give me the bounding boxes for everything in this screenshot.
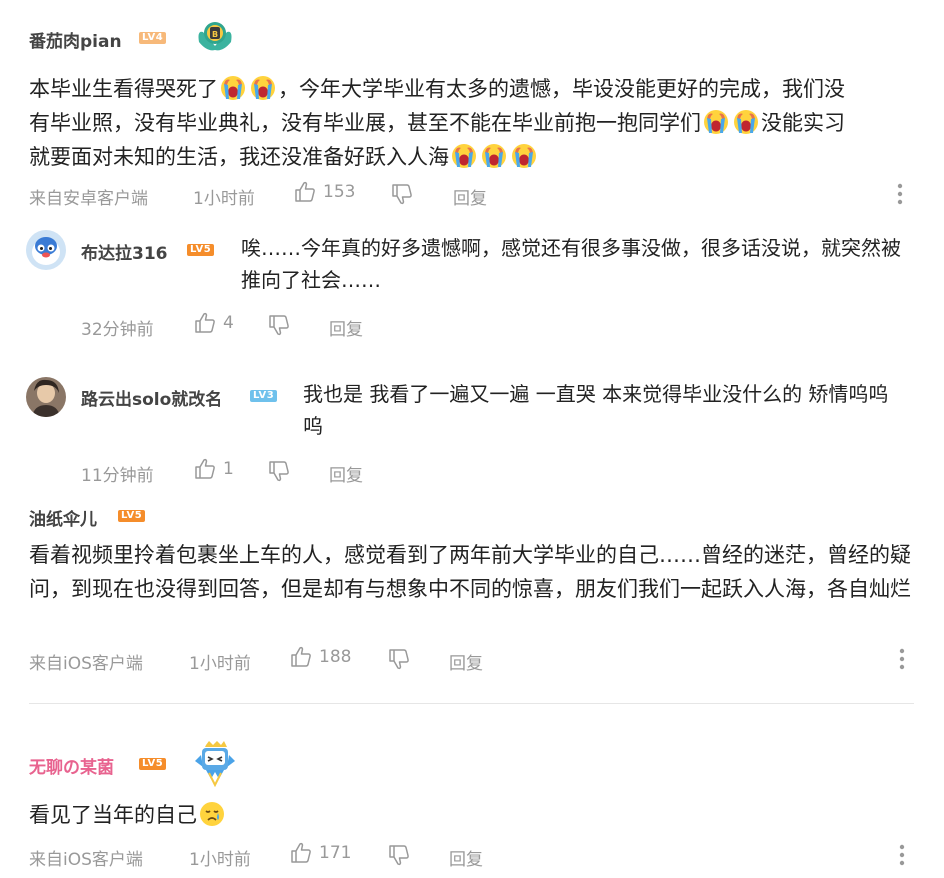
like-button[interactable]: 188 (289, 645, 351, 669)
reply-button[interactable]: 回复 (453, 184, 487, 209)
client-source: 来自iOS客户端 (29, 850, 143, 870)
avatar[interactable] (26, 230, 66, 270)
reply-button[interactable]: 回复 (329, 461, 363, 486)
level-badge: LV5 (139, 758, 167, 770)
reply-button[interactable]: 回复 (449, 845, 483, 870)
username[interactable]: 油纸伞儿 (29, 505, 97, 530)
reply-1: 布达拉316 LV5 唉……今年真的好多遗憾啊，感觉还有很多事没做，很多话没说，… (0, 225, 944, 345)
timestamp: 1小时前 (189, 654, 251, 674)
level-badge: LV5 (187, 244, 215, 256)
svg-text:B: B (212, 30, 218, 39)
dislike-button[interactable] (390, 182, 414, 206)
level-badge: LV4 (139, 32, 167, 44)
reply-text: 唉……今年真的好多遗憾啊，感觉还有很多事没做，很多话没说，就突然被推向了社会…… (241, 236, 901, 292)
crying-emoji-icon (220, 75, 246, 101)
timestamp: 1小时前 (193, 189, 255, 209)
username[interactable]: 无聊の某菌 (29, 753, 114, 778)
reply-button[interactable]: 回复 (449, 649, 483, 674)
like-count: 4 (223, 313, 234, 333)
username[interactable]: 路云出solo就改名 (81, 385, 222, 410)
dislike-button[interactable] (387, 647, 411, 671)
like-count: 1 (223, 459, 234, 479)
thumbs-up-icon (193, 457, 217, 481)
username[interactable]: 番茄肉pian (29, 27, 122, 52)
like-count: 171 (319, 843, 352, 863)
client-source: 来自iOS客户端 (29, 654, 143, 674)
like-button[interactable]: 4 (193, 311, 234, 335)
thumbs-down-icon (387, 843, 411, 867)
thumbs-down-icon (267, 313, 291, 337)
timestamp: 1小时前 (189, 850, 251, 870)
thumbs-down-icon (387, 647, 411, 671)
badge-icon (191, 739, 239, 788)
crying-emoji-icon (511, 143, 537, 169)
thumbs-down-icon (267, 459, 291, 483)
divider (29, 703, 914, 704)
username[interactable]: 布达拉316 (81, 239, 168, 264)
crying-emoji-icon (733, 109, 759, 135)
thumbs-up-icon (289, 645, 313, 669)
level-badge: LV5 (118, 510, 146, 522)
comment-1: 番茄肉pian LV4 B 本毕业生看得哭死了 ，今年大学毕业有太多的遗憾，毕设没… (0, 0, 944, 220)
like-button[interactable]: 1 (193, 457, 234, 481)
more-vertical-icon[interactable] (899, 647, 905, 671)
like-count: 188 (319, 647, 352, 667)
thumbs-up-icon (193, 311, 217, 335)
crying-emoji-icon (250, 75, 276, 101)
badge-icon: B (195, 16, 235, 56)
crying-emoji-icon (481, 143, 507, 169)
like-count: 153 (323, 182, 356, 202)
crying-emoji-icon (451, 143, 477, 169)
timestamp: 32分钟前 (81, 320, 154, 340)
client-source: 来自安卓客户端 (29, 189, 148, 209)
comment-3: 无聊の某菌 LV5 看见了当年的自己 来自iOS客户端 1小时前 171 回复 (0, 735, 944, 878)
dislike-button[interactable] (267, 313, 291, 337)
like-button[interactable]: 153 (293, 180, 355, 204)
more-vertical-icon[interactable] (899, 843, 905, 867)
comment-text: 看见了当年的自己 (29, 798, 227, 832)
avatar[interactable] (26, 377, 66, 417)
timestamp: 11分钟前 (81, 466, 154, 486)
dislike-button[interactable] (387, 843, 411, 867)
thumbs-up-icon (293, 180, 317, 204)
reply-2: 路云出solo就改名 LV3 我也是 我看了一遍又一遍 一直哭 本来觉得毕业没什… (0, 372, 944, 492)
crying-emoji-icon (703, 109, 729, 135)
dislike-button[interactable] (267, 459, 291, 483)
comment-2: 油纸伞儿 LV5 看着视频里拎着包裹坐上车的人，感觉看到了两年前大学毕业的自己…… (0, 500, 944, 700)
like-button[interactable]: 171 (289, 841, 351, 865)
thumbs-up-icon (289, 841, 313, 865)
level-badge: LV3 (250, 390, 278, 402)
sad-emoji-icon (199, 801, 225, 827)
comment-text: 本毕业生看得哭死了 ，今年大学毕业有太多的遗憾，毕设没能更好的完成，我们没 有毕业… (29, 75, 845, 169)
thumbs-down-icon (390, 182, 414, 206)
reply-button[interactable]: 回复 (329, 315, 363, 340)
more-vertical-icon[interactable] (897, 182, 903, 206)
comment-text: 看着视频里拎着包裹坐上车的人，感觉看到了两年前大学毕业的自己……曾经的迷茫，曾经… (29, 543, 911, 601)
reply-text: 我也是 我看了一遍又一遍 一直哭 本来觉得毕业没什么的 矫情呜呜呜 (303, 382, 889, 438)
